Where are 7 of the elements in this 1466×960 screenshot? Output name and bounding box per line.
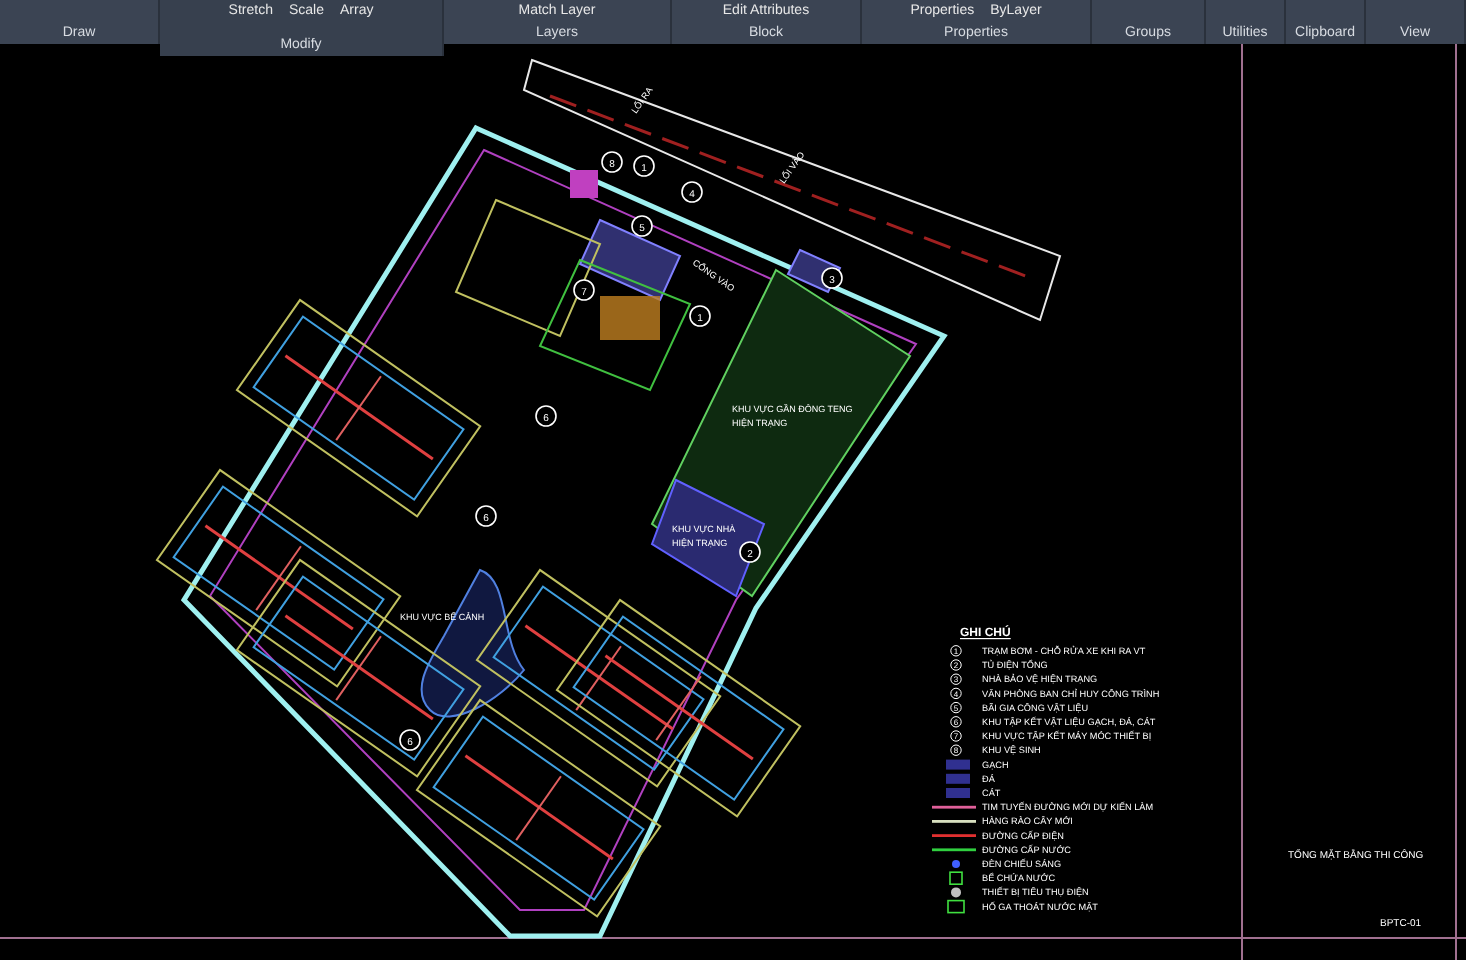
dot-icon: [951, 887, 961, 898]
hatch-swatch: [946, 788, 970, 798]
hatch-swatch: [946, 759, 970, 770]
square-icon: [949, 871, 963, 885]
lamp-icon: [952, 860, 960, 868]
rectangle-icon: [947, 899, 965, 914]
hatch-swatch: [946, 773, 970, 784]
